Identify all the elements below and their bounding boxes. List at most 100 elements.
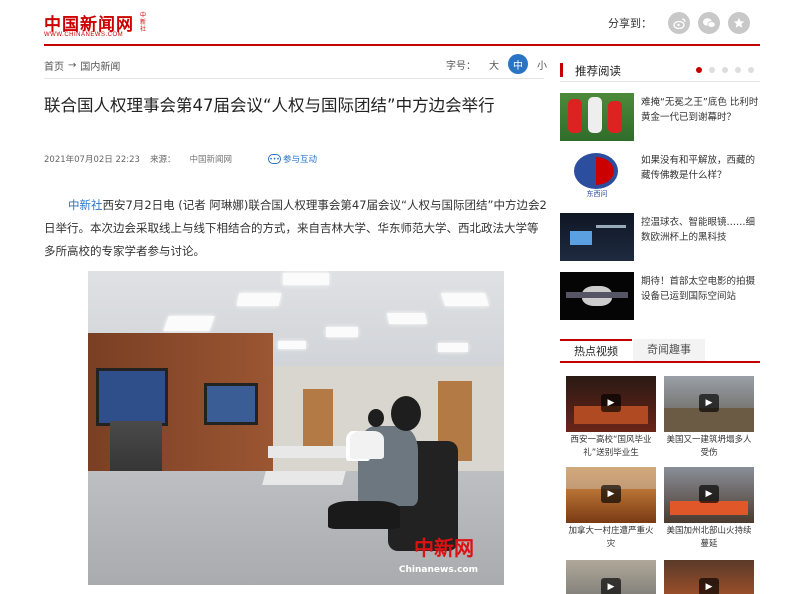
site-header: 中国新闻网 中新社 WWW.CHINANEWS.COM 分享到： xyxy=(0,0,800,46)
video-thumbnail[interactable]: ▶ xyxy=(566,467,656,523)
video-caption[interactable]: 美国加州北部山火持续蔓延 xyxy=(664,525,754,551)
breadcrumb-home[interactable]: 首页 xyxy=(44,58,64,73)
weibo-icon[interactable] xyxy=(668,12,690,34)
recommend-item[interactable]: 东西问 如果没有和平解放，西藏的藏传佛教是什么样？ xyxy=(560,151,760,201)
breadcrumb: 首页 → 国内新闻 xyxy=(44,58,120,73)
spacecraft-panel xyxy=(566,292,628,298)
recommend-item-text[interactable]: 如果没有和平解放，西藏的藏传佛教是什么样？ xyxy=(641,153,761,183)
logo-tag: 中新社 xyxy=(140,12,147,33)
photo-player xyxy=(608,101,622,133)
video-thumbnail[interactable]: ▶ xyxy=(664,376,754,432)
stadium-lights xyxy=(596,225,626,228)
carousel-dot[interactable] xyxy=(722,67,728,73)
recommend-item[interactable]: 控温球衣、智能眼镜……细数欧洲杯上的黑科技 xyxy=(560,213,760,263)
video-thumbnail[interactable]: ▶ xyxy=(566,560,656,594)
carousel-dot[interactable] xyxy=(748,67,754,73)
source-label: 来源： xyxy=(149,155,176,165)
carousel-dots xyxy=(689,67,754,73)
play-icon[interactable]: ▶ xyxy=(601,578,621,594)
article-meta: 2021年07月02日 22:23 来源： 中国新闻网 ••• 参与互动 xyxy=(44,153,317,165)
video-caption[interactable]: 美国又一建筑坍塌多人受伤 xyxy=(664,434,754,460)
recommend-item-text[interactable]: 控温球衣、智能眼镜……细数欧洲杯上的黑科技 xyxy=(641,215,761,245)
carousel-dot[interactable] xyxy=(696,67,702,73)
article-datetime: 2021年07月02日 22:23 xyxy=(44,155,140,165)
fire xyxy=(670,501,748,515)
tab-hot-videos[interactable]: 热点视频 xyxy=(560,339,632,361)
video-item[interactable]: ▶ 美国加州北部山火持续蔓延 xyxy=(664,467,754,551)
dongxiwen-badge: 东西问 xyxy=(586,190,608,198)
tab-odd-news[interactable]: 奇闻趣事 xyxy=(633,339,705,361)
video-item-partial[interactable]: ▶ xyxy=(566,560,656,594)
share-label: 分享到： xyxy=(608,17,652,30)
recommend-title: 推荐阅读 xyxy=(575,64,621,78)
recommend-thumbnail[interactable] xyxy=(560,272,634,320)
hot-tabs: 热点视频 奇闻趣事 xyxy=(560,339,760,363)
font-size-small-button[interactable]: 小 xyxy=(532,54,552,74)
photo-ceiling-light xyxy=(163,316,215,331)
photo-desk xyxy=(262,471,346,485)
photo-ceiling-light xyxy=(438,343,468,352)
recommend-thumbnail[interactable] xyxy=(560,213,634,261)
photo-watermark-cn: 中新网 xyxy=(414,536,474,560)
photo-door xyxy=(303,389,333,449)
breadcrumb-arrow: → xyxy=(68,60,77,71)
logo-url: WWW.CHINANEWS.COM xyxy=(44,32,124,38)
site-logo[interactable]: 中国新闻网 中新社 WWW.CHINANEWS.COM xyxy=(44,10,146,38)
breadcrumb-divider xyxy=(44,78,544,79)
photo-person xyxy=(368,409,384,427)
photo-person xyxy=(391,396,421,431)
photo-person xyxy=(350,431,384,459)
comment-button[interactable]: ••• 参与互动 xyxy=(268,153,317,165)
photo-ceiling-light xyxy=(440,293,490,306)
breadcrumb-section[interactable]: 国内新闻 xyxy=(80,58,120,73)
video-thumbnail[interactable]: ▶ xyxy=(664,467,754,523)
play-icon[interactable]: ▶ xyxy=(601,485,621,503)
photo-player xyxy=(568,99,582,133)
share-bar: 分享到： xyxy=(608,12,750,34)
video-thumbnail[interactable]: ▶ xyxy=(566,376,656,432)
recommend-item[interactable]: 难掩“无冕之王”底色 比利时黄金一代已到谢幕时？ xyxy=(560,93,760,143)
recommend-header: 推荐阅读 xyxy=(560,60,760,82)
photo-ceiling-light xyxy=(386,313,428,324)
photo-watermark-en: Chinanews.com xyxy=(398,565,478,575)
font-size-medium-button[interactable]: 中 xyxy=(508,54,528,74)
article-body: 西安7月2日电 (记者 阿琳娜)联合国人权理事会第47届会议“人权与国际团结”中… xyxy=(44,198,547,258)
article-photo: 中新网 Chinanews.com xyxy=(88,271,504,585)
photo-video-screen xyxy=(96,368,168,426)
stadium-screen xyxy=(570,231,592,245)
carousel-dot[interactable] xyxy=(709,67,715,73)
photo-ceiling-light xyxy=(278,341,306,349)
star-icon[interactable] xyxy=(728,12,750,34)
article-title: 联合国人权理事会第47届会议“人权与国际团结”中方边会举行 xyxy=(44,96,495,115)
article-paragraph: 中新社西安7月2日电 (记者 阿琳娜)联合国人权理事会第47届会议“人权与国际团… xyxy=(44,194,549,263)
photo-ceiling-light xyxy=(236,293,282,306)
video-caption[interactable]: 西安一高校“国风毕业礼”送别毕业生 xyxy=(566,434,656,460)
comment-label: 参与互动 xyxy=(283,155,318,165)
recommend-thumbnail[interactable] xyxy=(560,93,634,141)
video-item-partial[interactable]: ▶ xyxy=(664,560,754,594)
recommend-item-text[interactable]: 难掩“无冕之王”底色 比利时黄金一代已到谢幕时？ xyxy=(641,95,761,125)
play-icon[interactable]: ▶ xyxy=(699,394,719,412)
video-thumbnail[interactable]: ▶ xyxy=(664,560,754,594)
carousel-dot[interactable] xyxy=(735,67,741,73)
recommend-item[interactable]: 期待！首部太空电影的拍摄设备已运到国际空间站 xyxy=(560,272,760,322)
play-icon[interactable]: ▶ xyxy=(699,578,719,594)
video-item[interactable]: ▶ 美国又一建筑坍塌多人受伤 xyxy=(664,376,754,460)
photo-player xyxy=(588,97,602,133)
font-size-control: 字号： 大 中 小 xyxy=(446,54,556,74)
wechat-icon[interactable] xyxy=(698,12,720,34)
play-icon[interactable]: ▶ xyxy=(601,394,621,412)
photo-ceiling-light xyxy=(326,327,358,337)
recommend-item-text[interactable]: 期待！首部太空电影的拍摄设备已运到国际空间站 xyxy=(641,274,761,304)
dongxiwen-logo xyxy=(574,153,618,189)
video-item[interactable]: ▶ 加拿大一村庄遭严重火灾 xyxy=(566,467,656,551)
font-size-large-button[interactable]: 大 xyxy=(484,54,504,74)
video-caption[interactable]: 加拿大一村庄遭严重火灾 xyxy=(566,525,656,551)
video-item[interactable]: ▶ 西安一高校“国风毕业礼”送别毕业生 xyxy=(566,376,656,460)
play-icon[interactable]: ▶ xyxy=(699,485,719,503)
agency-link[interactable]: 中新社 xyxy=(68,198,103,212)
recommend-thumbnail[interactable]: 东西问 xyxy=(560,151,634,199)
article-source[interactable]: 中国新闻网 xyxy=(189,153,232,165)
photo-ceiling-light xyxy=(283,273,329,285)
header-divider xyxy=(44,44,760,46)
